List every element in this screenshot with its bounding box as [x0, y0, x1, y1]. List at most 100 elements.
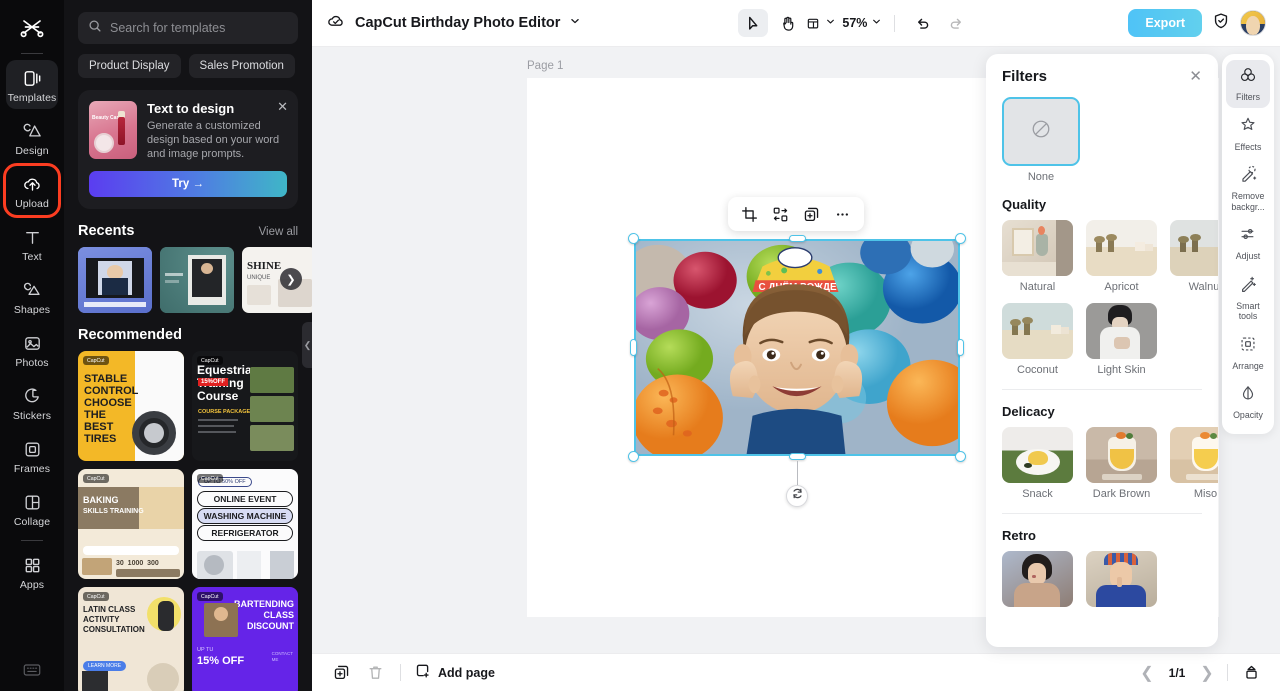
- filter-none[interactable]: None: [1002, 97, 1080, 183]
- resize-handle-top-left[interactable]: [628, 233, 639, 244]
- template-card[interactable]: EquestrianTrainingCourse 15%OFF COURSE P…: [192, 351, 298, 461]
- duplicate-button[interactable]: [797, 201, 826, 228]
- selected-image[interactable]: С ДНЁМ РОЖДЕ: [634, 239, 960, 456]
- replace-button[interactable]: [766, 201, 795, 228]
- close-icon[interactable]: ✕: [277, 100, 288, 113]
- resize-handle-bottom[interactable]: [788, 453, 806, 460]
- tool-filters[interactable]: Filters: [1226, 60, 1270, 108]
- export-button[interactable]: Export: [1128, 9, 1202, 37]
- sidebar-item-templates[interactable]: Templates: [6, 60, 58, 109]
- select-tool-button[interactable]: [738, 9, 769, 37]
- delete-page-button[interactable]: [362, 660, 388, 686]
- keyboard-shortcuts-button[interactable]: [6, 652, 58, 687]
- resize-handle-left[interactable]: [630, 339, 637, 356]
- template-card[interactable]: BARTENDING CLASS DISCOUNT UP TU 15% OFF CO…: [192, 587, 298, 691]
- filter-tile[interactable]: Natural: [1002, 220, 1073, 293]
- filter-tile[interactable]: Light Skin: [1086, 303, 1157, 376]
- undo-button[interactable]: [907, 9, 937, 37]
- try-button[interactable]: Try →: [89, 171, 287, 197]
- filters-header: Filters ✕: [1002, 68, 1202, 85]
- sidebar-item-collage[interactable]: Collage: [6, 484, 58, 533]
- brand-badge: CapCut: [197, 356, 223, 365]
- chip-sales-promotion[interactable]: Sales Promotion: [188, 54, 295, 78]
- sidebar-item-apps[interactable]: Apps: [6, 547, 58, 596]
- add-page-label: Add page: [438, 665, 495, 680]
- recommended-grid: STABLE CONTROL CHOOSE THE BEST TIRES CapCut E…: [78, 351, 298, 691]
- tool-remove-background[interactable]: Remove backgr...: [1226, 159, 1270, 217]
- tool-arrange[interactable]: Arrange: [1226, 329, 1270, 377]
- tool-label: Filters: [1236, 92, 1260, 102]
- resize-handle-bottom-left[interactable]: [628, 451, 639, 462]
- search-box[interactable]: [78, 12, 298, 44]
- avatar[interactable]: [1239, 10, 1266, 36]
- filters-scroll-area[interactable]: Filters ✕ None Quality Natural Apricot W…: [986, 54, 1218, 647]
- sidebar-item-stickers[interactable]: Stickers: [6, 378, 58, 427]
- zoom-control[interactable]: 57%: [840, 14, 882, 32]
- chevron-down-icon[interactable]: [569, 14, 581, 32]
- template-card[interactable]: BAKING SKILLS TRAINING 30 1000 300 CapCut: [78, 469, 184, 579]
- chevron-right-icon[interactable]: ❯: [280, 268, 302, 290]
- filter-tile[interactable]: [1002, 551, 1073, 612]
- resize-handle-bottom-right[interactable]: [955, 451, 966, 462]
- filter-tile[interactable]: Snack: [1002, 427, 1073, 500]
- arrange-icon: [1239, 335, 1257, 358]
- present-button[interactable]: [1238, 660, 1264, 686]
- template-card[interactable]: UP TO 50% OFF ONLINE EVENT WASHING MACHI…: [192, 469, 298, 579]
- recent-item[interactable]: [160, 247, 234, 313]
- more-options-button[interactable]: [828, 201, 857, 228]
- templates-panel: Product Display Sales Promotion ✕ Beauty…: [64, 0, 312, 691]
- tool-effects[interactable]: Effects: [1226, 110, 1270, 158]
- sidebar-item-shapes[interactable]: Shapes: [6, 272, 58, 321]
- sidebar-item-photos[interactable]: Photos: [6, 325, 58, 374]
- chip-product-display[interactable]: Product Display: [78, 54, 181, 78]
- templates-icon: [21, 67, 43, 89]
- filter-tile[interactable]: Miso: [1170, 427, 1218, 500]
- template-card[interactable]: STABLE CONTROL CHOOSE THE BEST TIRES CapCut: [78, 351, 184, 461]
- sidebar-item-text[interactable]: Text: [6, 219, 58, 268]
- chevron-down-icon: [825, 14, 836, 32]
- selected-object[interactable]: С ДНЁМ РОЖДЕ: [628, 197, 966, 507]
- promo-thumb-label: Beauty Care: [92, 115, 122, 121]
- filter-tile[interactable]: Coconut: [1002, 303, 1073, 376]
- sidebar-item-upload[interactable]: Upload: [3, 163, 61, 218]
- sidebar-item-frames[interactable]: Frames: [6, 431, 58, 480]
- filter-none-tile[interactable]: [1002, 97, 1080, 166]
- crop-button[interactable]: [735, 201, 764, 228]
- prev-page-button[interactable]: ❮: [1137, 663, 1157, 683]
- filter-tile[interactable]: Apricot: [1086, 220, 1157, 293]
- filter-tile[interactable]: Dark Brown: [1086, 427, 1157, 500]
- recents-header: Recents View all: [78, 223, 298, 239]
- filter-tile[interactable]: [1086, 551, 1157, 612]
- collapse-panel-handle[interactable]: ❮: [302, 322, 312, 368]
- close-icon[interactable]: ✕: [1189, 69, 1202, 84]
- duplicate-page-button[interactable]: [328, 660, 354, 686]
- add-page-button[interactable]: Add page: [415, 663, 495, 682]
- tool-smart-tools[interactable]: Smart tools: [1226, 269, 1270, 327]
- document-title-group[interactable]: CapCut Birthday Photo Editor: [326, 11, 581, 36]
- recents-list: SHINE UNIQUE ❯: [78, 247, 312, 313]
- shield-check-icon[interactable]: [1211, 11, 1231, 36]
- smart-wand-icon: [1239, 275, 1257, 298]
- recent-item[interactable]: [78, 247, 152, 313]
- hand-tool-button[interactable]: [772, 9, 802, 37]
- sidebar-label: Photos: [15, 357, 49, 369]
- template-card[interactable]: LATIN CLASS ACTIVITY CONSULTATION LEARN MO…: [78, 587, 184, 691]
- resize-handle-top-right[interactable]: [955, 233, 966, 244]
- filter-tile[interactable]: Walnut: [1170, 220, 1218, 293]
- capcut-logo-icon[interactable]: [12, 8, 52, 50]
- page-actions: Add page: [328, 660, 495, 686]
- rotate-handle[interactable]: [786, 485, 808, 507]
- redo-button[interactable]: [941, 9, 971, 37]
- layout-tool-button[interactable]: [806, 9, 836, 37]
- resize-handle-right[interactable]: [957, 339, 964, 356]
- brand-badge: CapCut: [197, 474, 223, 483]
- sidebar-item-design[interactable]: Design: [6, 113, 58, 162]
- tool-opacity[interactable]: Opacity: [1226, 378, 1270, 426]
- tool-adjust[interactable]: Adjust: [1226, 219, 1270, 267]
- resize-handle-top[interactable]: [788, 235, 806, 242]
- view-all-link[interactable]: View all: [259, 226, 298, 238]
- filter-thumbnail: [1002, 427, 1073, 483]
- next-page-button[interactable]: ❯: [1197, 663, 1217, 683]
- shapes-icon: [21, 279, 43, 301]
- search-input[interactable]: [110, 21, 288, 35]
